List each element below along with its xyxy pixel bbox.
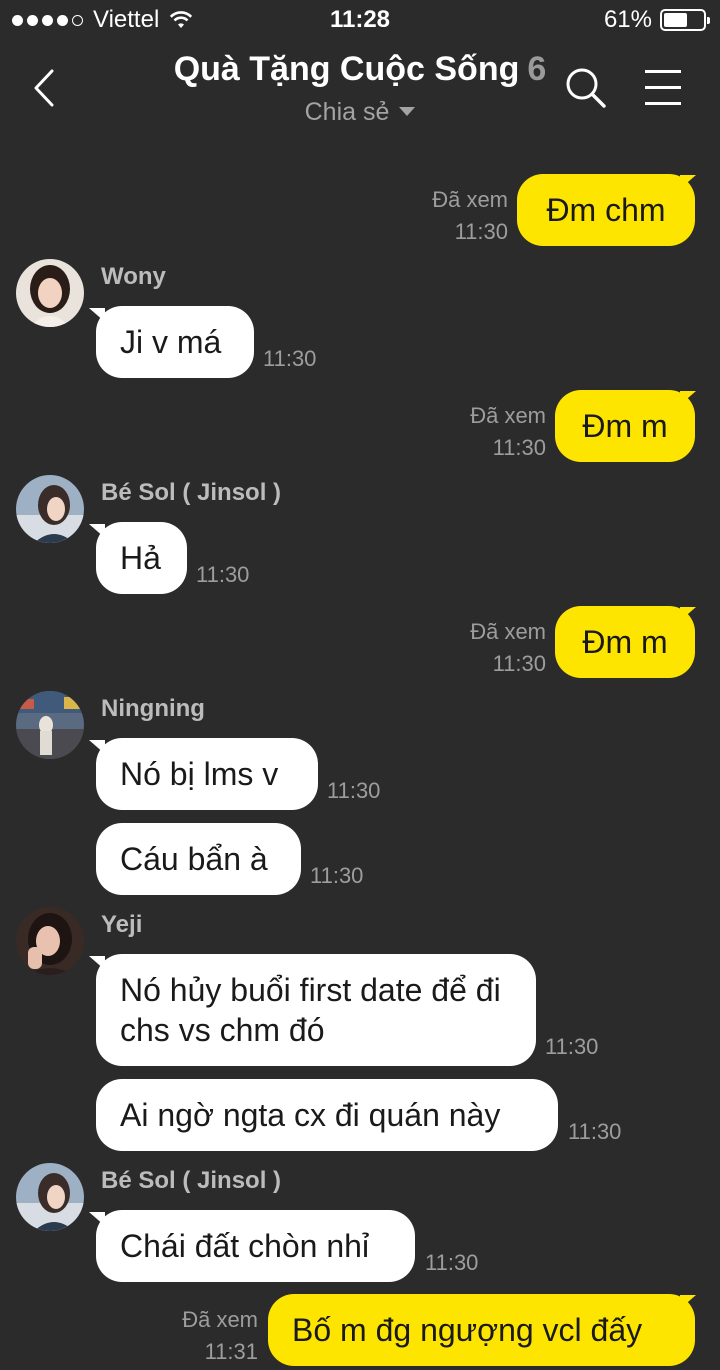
message-time: 11:30 (425, 1250, 479, 1275)
seen-label: Đã xem (470, 403, 546, 428)
bubble-tail (89, 956, 105, 970)
message-time: 11:30 (492, 435, 546, 460)
message-time: 11:30 (454, 219, 508, 244)
message-bubble-incoming[interactable]: Ji v má (96, 306, 254, 378)
bubble-tail (89, 308, 105, 322)
message-time: 11:30 (310, 863, 364, 888)
status-right: 61% (603, 6, 710, 34)
message-time: 11:30 (263, 346, 317, 371)
bubble-tail (89, 524, 105, 538)
sender-name: Bé Sol ( Jinsol ) (101, 1167, 282, 1194)
avatar-ningning[interactable] (16, 691, 84, 759)
message-time: 11:30 (545, 1034, 599, 1059)
seen-label: Đã xem (432, 187, 508, 212)
avatar-be-sol[interactable] (16, 1163, 84, 1231)
bubble-tail (680, 1295, 696, 1309)
search-icon (566, 68, 606, 108)
avatar-wony[interactable] (16, 259, 84, 327)
battery-percent: 61% (603, 6, 652, 33)
message-bubble-incoming[interactable]: Chái đất chòn nhỉ (96, 1210, 415, 1282)
sender-name: Bé Sol ( Jinsol ) (101, 479, 282, 506)
seen-label: Đã xem (470, 619, 546, 644)
message-bubble-outgoing[interactable]: Đm m (555, 606, 695, 678)
message-bubble-incoming[interactable]: Nó bị lms v (96, 738, 318, 810)
room-name: Quà Tặng Cuộc Sống (173, 50, 520, 88)
member-count: 6 (527, 50, 547, 88)
sender-name: Ningning (101, 695, 205, 722)
sender-name: Yeji (101, 911, 143, 938)
message-time: 11:30 (327, 778, 381, 803)
message-meta: Đã xem 11:31 (130, 1304, 258, 1368)
seen-label: Đã xem (182, 1307, 258, 1332)
share-label: Chia sẻ (304, 98, 390, 126)
message-meta: Đã xem 11:30 (418, 616, 546, 680)
hamburger-icon (645, 70, 681, 105)
bubble-tail (89, 740, 105, 754)
message-bubble-incoming[interactable]: Cáu bẩn à (96, 823, 301, 895)
chat-title: Quà Tặng Cuộc Sống 6 (0, 50, 720, 89)
sender-name: Wony (101, 263, 166, 290)
caret-down-icon (399, 107, 416, 116)
status-bar: Viettel 11:28 61% (0, 0, 720, 42)
message-meta: Đã xem 11:30 (418, 400, 546, 464)
bubble-tail (680, 175, 696, 189)
battery-level (664, 13, 688, 27)
message-time: 11:30 (492, 651, 546, 676)
bubble-tail (680, 391, 696, 405)
message-bubble-incoming[interactable]: Hả (96, 522, 187, 594)
search-button[interactable] (562, 64, 610, 112)
message-time: 11:31 (204, 1339, 258, 1364)
message-bubble-outgoing[interactable]: Đm chm (517, 174, 695, 246)
avatar-yeji[interactable] (16, 907, 84, 975)
message-bubble-outgoing[interactable]: Bố m đg ngượng vcl đấy (268, 1294, 695, 1366)
battery-icon (660, 9, 710, 31)
menu-button[interactable] (642, 66, 684, 110)
message-time: 11:30 (196, 562, 250, 587)
message-time: 11:30 (568, 1119, 622, 1144)
message-bubble-incoming[interactable]: Nó hủy buổi first date để đi chs vs chm … (96, 954, 536, 1066)
message-bubble-outgoing[interactable]: Đm m (555, 390, 695, 462)
avatar-be-sol[interactable] (16, 475, 84, 543)
message-bubble-incoming[interactable]: Ai ngờ ngta cx đi quán này (96, 1079, 558, 1151)
chat-header: Quà Tặng Cuộc Sống 6 Chia sẻ (0, 42, 720, 142)
message-meta: Đã xem 11:30 (380, 184, 508, 248)
share-dropdown[interactable]: Chia sẻ (0, 98, 720, 127)
bubble-tail (680, 607, 696, 621)
bubble-tail (89, 1212, 105, 1226)
